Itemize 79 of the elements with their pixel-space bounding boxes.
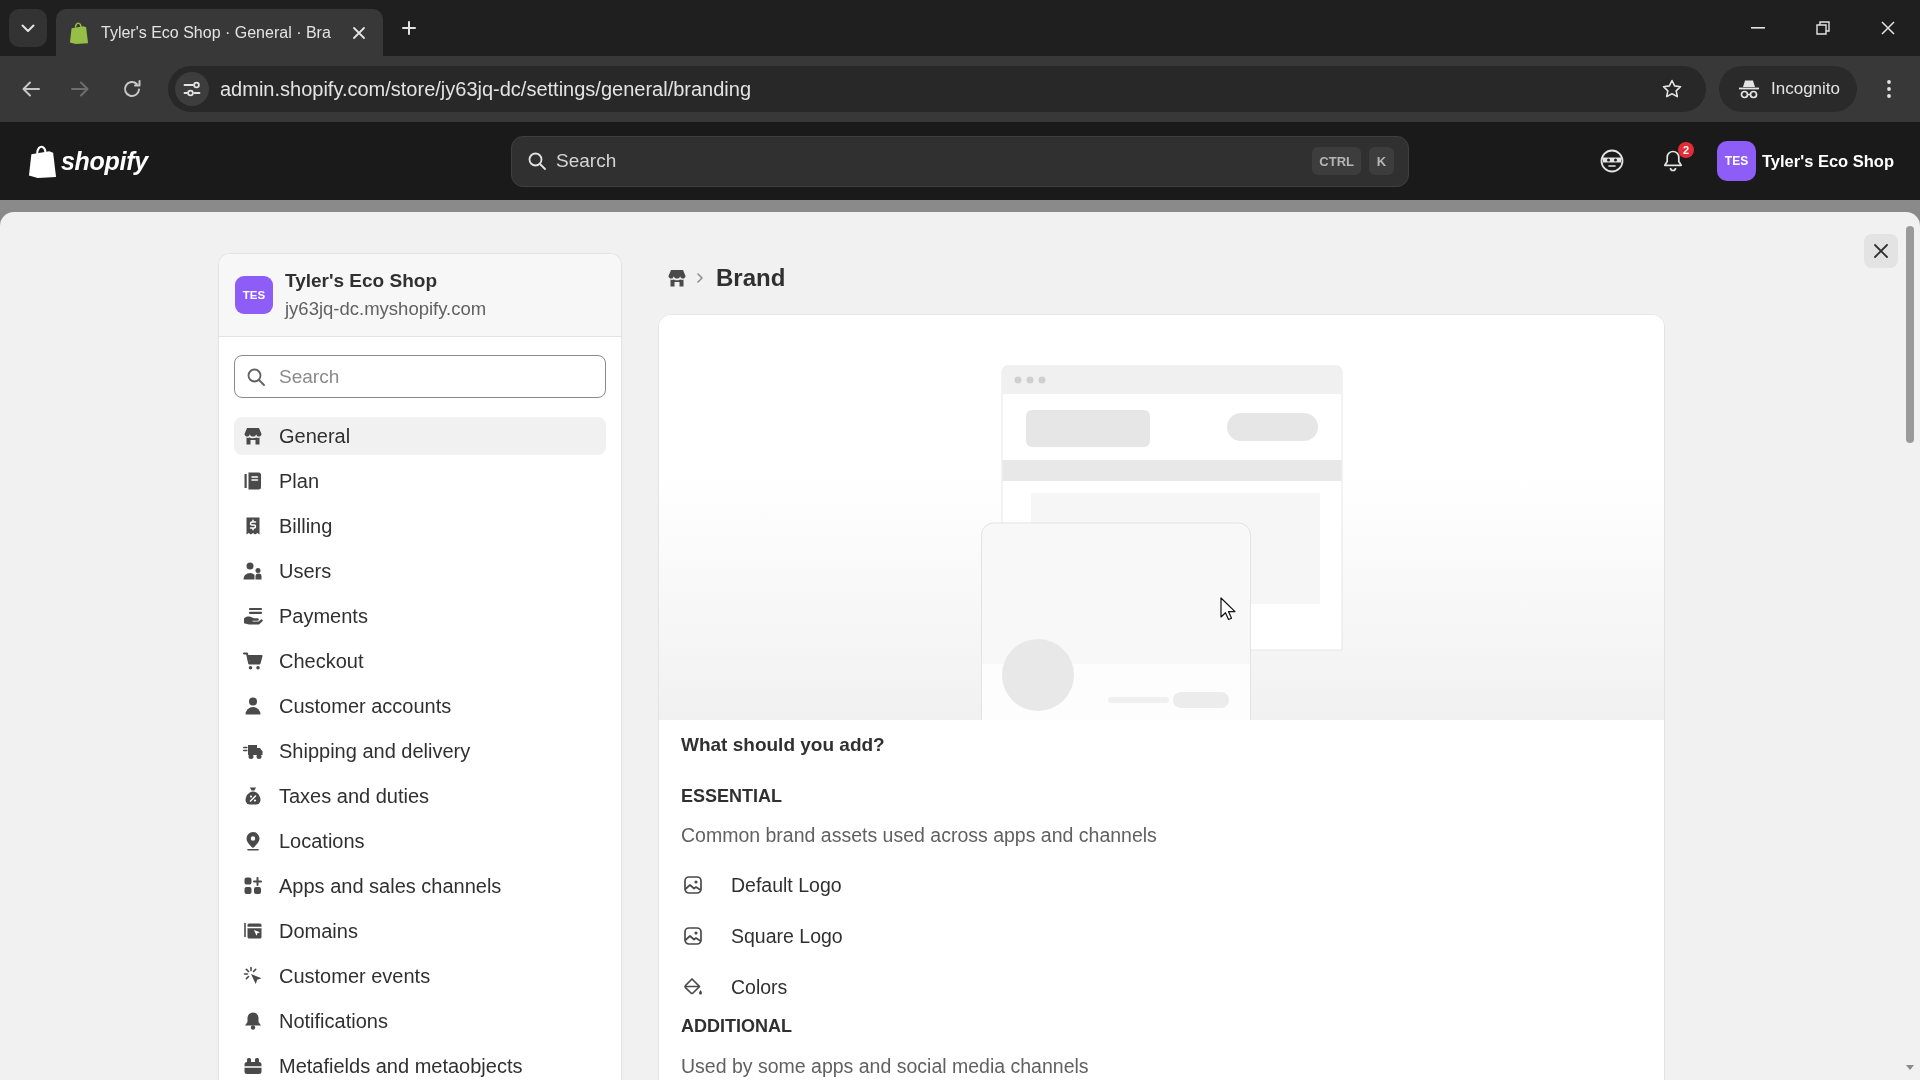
close-icon[interactable] — [353, 26, 365, 39]
image-icon — [683, 926, 703, 946]
chevron-right-icon — [697, 273, 703, 283]
incognito-button[interactable]: Incognito — [1719, 66, 1857, 112]
back-arrow-icon[interactable] — [21, 79, 41, 99]
briefcase-icon — [243, 1056, 263, 1076]
section-description: Used by some apps and social media channels — [681, 1054, 1090, 1078]
site-settings-icon[interactable] — [175, 72, 209, 106]
nav-item[interactable]: Locations — [234, 822, 606, 860]
money-bag-icon — [243, 786, 263, 806]
search-field[interactable]: Search — [234, 355, 606, 398]
nav-item[interactable]: Metafields and metaobjects — [234, 1047, 606, 1080]
keyboard-key: CTRL — [1312, 147, 1361, 175]
close-button[interactable] — [1864, 234, 1898, 268]
nav-item[interactable]: Payments — [234, 597, 606, 635]
store-avatar: TES — [235, 276, 273, 314]
search-icon — [528, 152, 546, 170]
browser-window-icon — [243, 921, 263, 941]
nav-item[interactable]: Shipping and delivery — [234, 732, 606, 770]
cart-icon — [243, 651, 263, 671]
paint-bucket-icon — [683, 977, 703, 997]
nav-item[interactable]: Apps and sales channels — [234, 867, 606, 905]
person-icon — [243, 696, 263, 716]
nav-item[interactable]: Billing — [234, 507, 606, 545]
page-title: Brand — [716, 264, 786, 292]
close-icon — [1874, 244, 1888, 258]
nav-item[interactable]: Domains — [234, 912, 606, 950]
shopping-bag-icon — [69, 21, 89, 44]
store-switcher-button[interactable]: TES Tyler's Eco Shop — [1717, 141, 1894, 181]
users-icon — [243, 561, 263, 581]
asset-label: Default Logo — [731, 873, 842, 897]
tab-list-button[interactable] — [9, 9, 47, 47]
nav-item[interactable]: Users — [234, 552, 606, 590]
address-bar[interactable]: admin.shopify.com/store/jy63jq-dc/settings/general/branding — [168, 66, 1706, 112]
book-icon — [243, 471, 263, 491]
nav-item[interactable]: Checkout — [234, 642, 606, 680]
chevron-down-icon — [21, 23, 35, 33]
receipt-icon — [243, 516, 263, 536]
cursor-click-icon — [243, 966, 263, 986]
keyboard-key: K — [1369, 147, 1394, 175]
search-field[interactable]: Search CTRL K — [511, 135, 1409, 187]
scrollbar-thumb[interactable] — [1906, 226, 1914, 443]
notification-badge: 2 — [1678, 142, 1694, 158]
section-description: Common brand assets used across apps and channels — [681, 823, 1158, 847]
reload-icon[interactable] — [122, 79, 142, 99]
mouse-pointer-icon — [1220, 597, 1236, 621]
hat-glasses-icon — [1738, 79, 1760, 99]
asset-label: Square Logo — [731, 924, 843, 948]
card-heading: What should you add? — [681, 733, 886, 757]
browser-tab[interactable]: Tyler's Eco Shop · General · Bra — [56, 9, 383, 56]
storefront-icon[interactable] — [667, 268, 687, 288]
nav-item[interactable]: Customer accounts — [234, 687, 606, 725]
masked-face-icon[interactable] — [1600, 149, 1624, 173]
bell-icon — [243, 1011, 263, 1031]
nav-item[interactable]: General — [234, 417, 606, 455]
store-name: Tyler's Eco Shop — [285, 269, 438, 293]
shopping-bag-icon[interactable] — [28, 144, 57, 178]
store-avatar: TES — [1717, 141, 1756, 181]
logo-wordmark[interactable]: shopify — [61, 146, 148, 176]
nav-item[interactable]: Taxes and duties — [234, 777, 606, 815]
section-title: ESSENTIAL — [681, 785, 783, 807]
nav-item[interactable]: Notifications — [234, 1002, 606, 1040]
apps-grid-icon — [243, 876, 263, 896]
nav-item[interactable]: Plan — [234, 462, 606, 500]
storefront-icon — [243, 426, 263, 446]
restore-window-icon[interactable] — [1816, 21, 1830, 35]
asset-label: Colors — [731, 975, 788, 999]
close-icon[interactable] — [1881, 21, 1895, 35]
hand-card-icon — [243, 606, 263, 626]
scroll-down-arrow-icon[interactable] — [1906, 1065, 1914, 1070]
nav-item[interactable]: Customer events — [234, 957, 606, 995]
plus-icon[interactable] — [402, 21, 416, 35]
store-domain: jy63jq-dc.myshopify.com — [285, 297, 487, 321]
star-icon[interactable] — [1662, 79, 1682, 99]
image-icon — [683, 875, 703, 895]
section-title: ADDITIONAL — [681, 1015, 793, 1037]
bell-icon[interactable] — [1663, 150, 1683, 172]
more-options-icon[interactable] — [1887, 80, 1891, 98]
search-icon — [247, 367, 265, 386]
